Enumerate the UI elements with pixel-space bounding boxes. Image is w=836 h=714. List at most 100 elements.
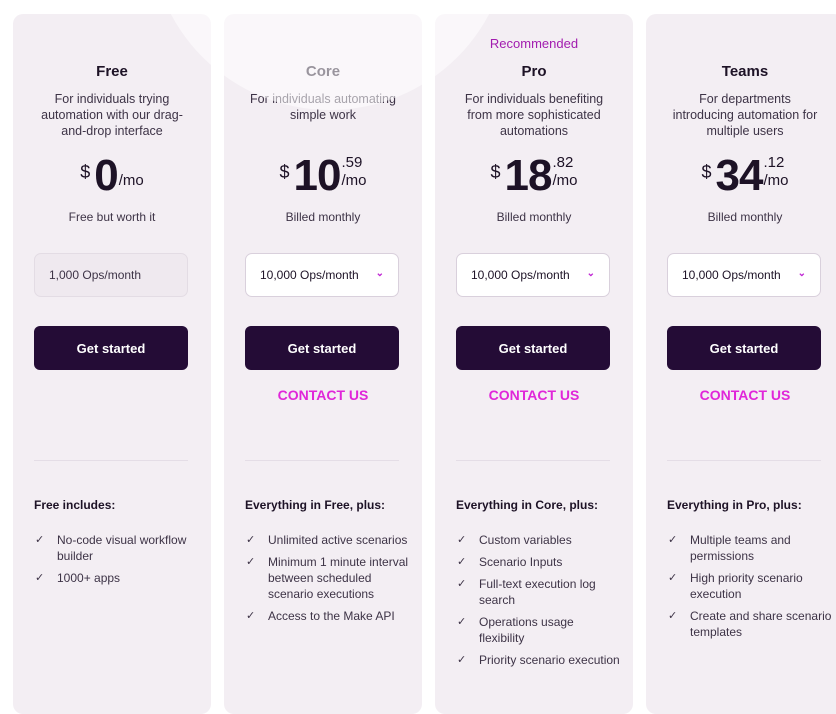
includes-title: Everything in Free, plus: <box>245 498 386 512</box>
ops-select[interactable]: 10,000 Ops/month ⌄ <box>245 253 399 297</box>
check-icon: ✓ <box>668 534 678 546</box>
ops-value: 1,000 Ops/month <box>49 268 142 282</box>
divider <box>456 460 610 461</box>
ops-select[interactable]: 10,000 Ops/month ⌄ <box>667 253 821 297</box>
check-icon: ✓ <box>35 534 45 546</box>
feature-item: ✓ No-code visual workflow builder <box>34 532 199 564</box>
price-currency: $ <box>701 162 712 182</box>
check-icon: ✓ <box>457 616 467 628</box>
get-started-button[interactable]: Get started <box>245 326 399 370</box>
feature-item: ✓ Priority scenario execution <box>456 652 621 668</box>
get-started-button[interactable]: Get started <box>34 326 188 370</box>
divider <box>34 460 188 461</box>
contact-us-link[interactable]: CONTACT US <box>646 387 836 403</box>
feature-text: No-code visual workflow builder <box>57 533 187 563</box>
plan-price: $ 18 .82 /mo <box>435 154 633 198</box>
check-icon: ✓ <box>457 654 467 666</box>
ops-value: 10,000 Ops/month <box>682 268 781 282</box>
plan-price: $ 0 /mo <box>13 154 211 198</box>
plan-price: $ 10 .59 /mo <box>224 154 422 198</box>
check-icon: ✓ <box>246 610 256 622</box>
check-icon: ✓ <box>668 572 678 584</box>
feature-item: ✓ Custom variables <box>456 532 621 548</box>
feature-text: High priority scenario execution <box>690 571 803 601</box>
feature-item: ✓ Create and share scenario templates <box>667 608 832 640</box>
feature-item: ✓ Unlimited active scenarios <box>245 532 410 548</box>
plan-card-free: Free For individuals trying automation w… <box>13 14 211 714</box>
billing-note: Billed monthly <box>496 210 572 224</box>
price-cents: .12 <box>763 154 785 171</box>
price-cents: .59 <box>341 154 363 171</box>
divider <box>245 460 399 461</box>
price-period: /mo <box>341 172 367 189</box>
ops-value: 10,000 Ops/month <box>260 268 359 282</box>
billing-note: Billed monthly <box>707 210 783 224</box>
feature-list: ✓ No-code visual workflow builder ✓ 1000+ … <box>34 532 199 592</box>
feature-item: ✓ High priority scenario execution <box>667 570 832 602</box>
plan-description: For individuals benefiting from more sop… <box>464 92 604 138</box>
chevron-down-icon: ⌄ <box>586 268 595 279</box>
get-started-button[interactable]: Get started <box>456 326 610 370</box>
price-period: /mo <box>118 172 144 189</box>
ops-select[interactable]: 10,000 Ops/month ⌄ <box>456 253 610 297</box>
feature-list: ✓ Multiple teams and permissions ✓ High pr… <box>667 532 832 646</box>
price-cents <box>119 155 144 170</box>
ops-display: 1,000 Ops/month <box>34 253 188 297</box>
billing-note: Free but worth it <box>68 210 156 224</box>
feature-item: ✓ Scenario Inputs <box>456 554 621 570</box>
price-period: /mo <box>552 172 578 189</box>
price-currency: $ <box>80 162 91 182</box>
check-icon: ✓ <box>457 556 467 568</box>
plan-name: Free <box>96 63 128 80</box>
plan-name: Core <box>305 63 341 80</box>
divider <box>667 460 821 461</box>
price-amount: 0 <box>94 151 119 200</box>
price-currency: $ <box>279 162 290 182</box>
feature-text: Minimum 1 minute interval between schedu… <box>268 555 409 601</box>
get-started-button[interactable]: Get started <box>667 326 821 370</box>
pricing-cards: Free For individuals trying automation w… <box>0 0 836 714</box>
feature-text: 1000+ apps <box>57 571 121 585</box>
check-icon: ✓ <box>35 572 45 584</box>
includes-title: Free includes: <box>34 498 116 512</box>
recommended-label: Recommended <box>489 36 579 51</box>
includes-title: Everything in Core, plus: <box>456 498 599 512</box>
billing-note: Billed monthly <box>285 210 361 224</box>
feature-item: ✓ 1000+ apps <box>34 570 199 586</box>
feature-list: ✓ Unlimited active scenarios ✓ Minimum 1 m… <box>245 532 410 630</box>
check-icon: ✓ <box>668 610 678 622</box>
feature-text: Access to the Make API <box>268 609 395 623</box>
check-icon: ✓ <box>457 578 467 590</box>
price-amount: 34 <box>715 151 764 200</box>
feature-text: Multiple teams and permissions <box>690 533 791 563</box>
plan-price: $ 34 .12 /mo <box>646 154 836 198</box>
feature-text: Unlimited active scenarios <box>268 533 408 547</box>
plan-description: For individuals automating simple work <box>250 92 396 122</box>
feature-text: Scenario Inputs <box>479 555 563 569</box>
feature-text: Full-text execution log search <box>479 577 596 607</box>
chevron-down-icon: ⌄ <box>375 268 384 279</box>
plan-card-core: Core For individuals automating simple w… <box>224 14 422 714</box>
chevron-down-icon: ⌄ <box>797 268 806 279</box>
price-amount: 18 <box>504 151 553 200</box>
feature-text: Priority scenario execution <box>479 653 620 667</box>
contact-us-link[interactable]: CONTACT US <box>435 387 633 403</box>
feature-item: ✓ Multiple teams and permissions <box>667 532 832 564</box>
includes-title: Everything in Pro, plus: <box>667 498 802 512</box>
feature-list: ✓ Custom variables ✓ Scenario Inputs ✓ Full… <box>456 532 621 674</box>
feature-item: ✓ Full-text execution log search <box>456 576 621 608</box>
check-icon: ✓ <box>246 556 256 568</box>
ops-value: 10,000 Ops/month <box>471 268 570 282</box>
plan-card-teams: Teams For departments introducing automa… <box>646 14 836 714</box>
price-currency: $ <box>490 162 501 182</box>
feature-text: Operations usage flexibility <box>479 615 574 645</box>
check-icon: ✓ <box>457 534 467 546</box>
feature-item: ✓ Operations usage flexibility <box>456 614 621 646</box>
contact-us-link[interactable]: CONTACT US <box>224 387 422 403</box>
price-amount: 10 <box>293 151 342 200</box>
plan-name: Teams <box>721 63 769 80</box>
plan-card-pro: Recommended Pro For individuals benefiti… <box>435 14 633 714</box>
feature-item: ✓ Access to the Make API <box>245 608 410 624</box>
plan-description: For individuals trying automation with o… <box>41 92 183 138</box>
plan-name: Pro <box>521 63 547 80</box>
